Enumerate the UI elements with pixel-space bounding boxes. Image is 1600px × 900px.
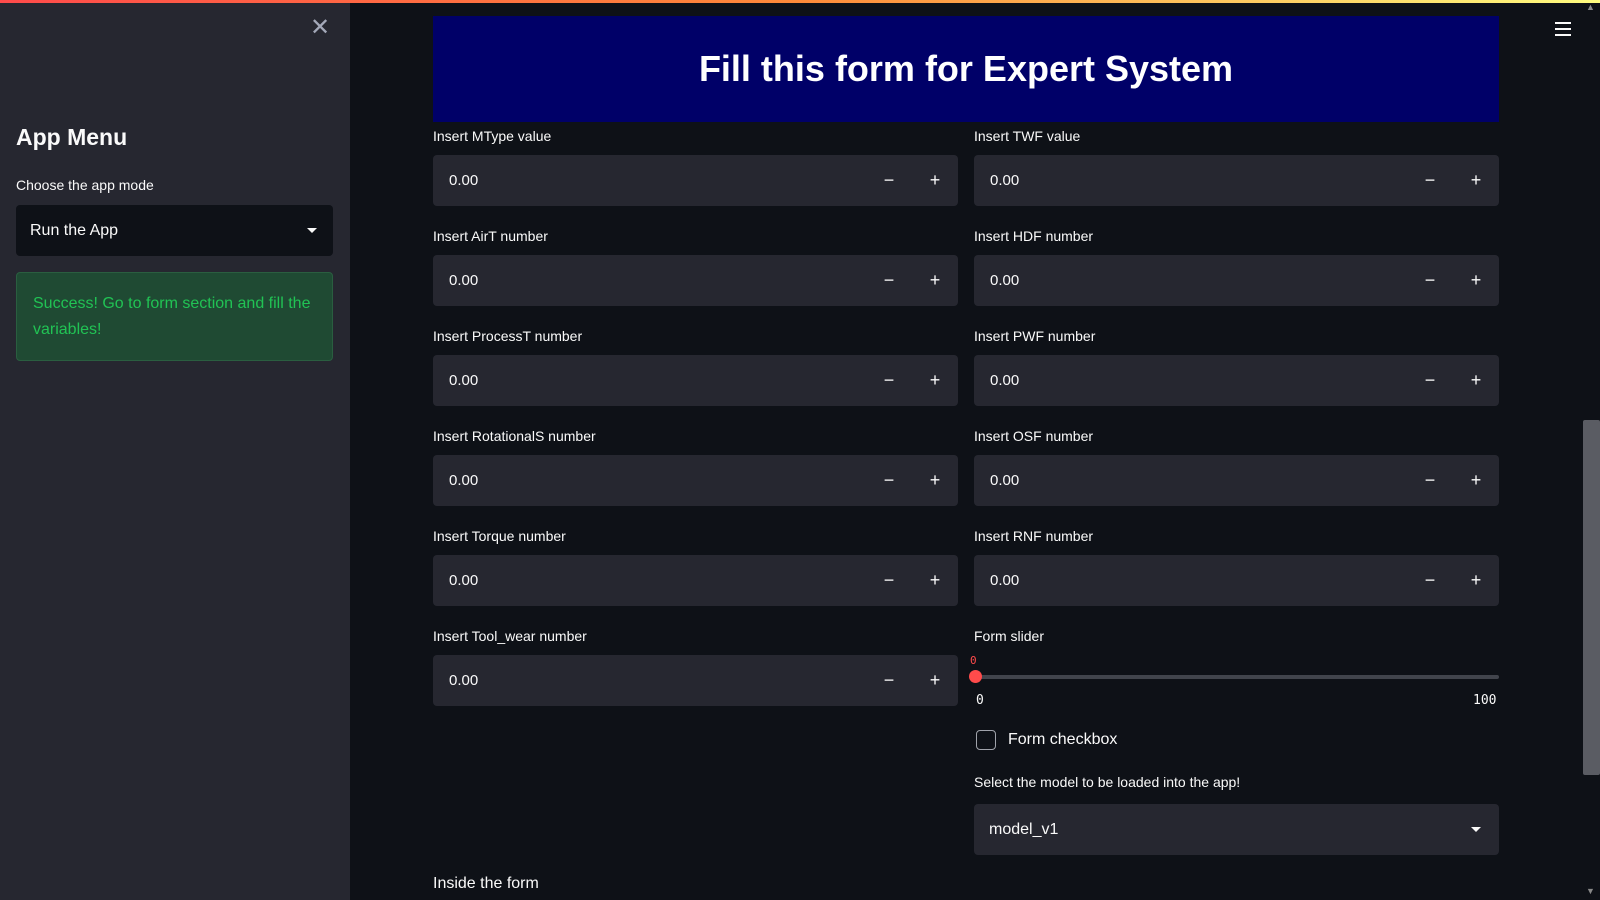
pwf-value[interactable]: 0.00 xyxy=(974,372,1407,389)
app-mode-value: Run the App xyxy=(30,221,119,239)
hdf-increment-button[interactable]: + xyxy=(1453,255,1499,306)
twf-input[interactable]: 0.00 − + xyxy=(974,155,1499,206)
checkbox-label[interactable]: Form checkbox xyxy=(1008,731,1117,749)
rnf-value[interactable]: 0.00 xyxy=(974,572,1407,589)
chevron-down-icon xyxy=(307,228,317,233)
airt-value[interactable]: 0.00 xyxy=(433,272,866,289)
mtype-input[interactable]: 0.00 − + xyxy=(433,155,958,206)
osf-increment-button[interactable]: + xyxy=(1453,455,1499,506)
main-menu-button[interactable] xyxy=(1552,20,1574,38)
rnf-label: Insert RNF number xyxy=(974,528,1094,544)
airt-label: Insert AirT number xyxy=(433,228,548,244)
scroll-up-icon[interactable]: ▲ xyxy=(1586,2,1596,12)
rnf-increment-button[interactable]: + xyxy=(1453,555,1499,606)
scroll-down-icon[interactable]: ▼ xyxy=(1586,886,1596,896)
rnf-decrement-button[interactable]: − xyxy=(1407,555,1453,606)
mtype-value[interactable]: 0.00 xyxy=(433,172,866,189)
airt-decrement-button[interactable]: − xyxy=(866,255,912,306)
header-banner: Fill this form for Expert System xyxy=(433,16,1499,122)
airt-increment-button[interactable]: + xyxy=(912,255,958,306)
torque-value[interactable]: 0.00 xyxy=(433,572,866,589)
inside-form-text: Inside the form xyxy=(433,875,539,892)
mtype-label: Insert MType value xyxy=(433,128,552,144)
toolwear-value[interactable]: 0.00 xyxy=(433,672,866,689)
processt-label: Insert ProcessT number xyxy=(433,328,583,344)
processt-value[interactable]: 0.00 xyxy=(433,372,866,389)
toolwear-label: Insert Tool_wear number xyxy=(433,628,587,644)
success-alert: Success! Go to form section and fill the… xyxy=(16,272,333,361)
twf-value[interactable]: 0.00 xyxy=(974,172,1407,189)
app-mode-label: Choose the app mode xyxy=(16,177,154,193)
mtype-increment-button[interactable]: + xyxy=(912,155,958,206)
checkbox-box[interactable] xyxy=(976,730,996,750)
rotationals-input[interactable]: 0.00 − + xyxy=(433,455,958,506)
torque-label: Insert Torque number xyxy=(433,528,566,544)
chevron-down-icon xyxy=(1471,827,1481,832)
mtype-decrement-button[interactable]: − xyxy=(866,155,912,206)
slider-label: Form slider xyxy=(974,628,1045,644)
osf-input[interactable]: 0.00 − + xyxy=(974,455,1499,506)
rotationals-increment-button[interactable]: + xyxy=(912,455,958,506)
app-mode-select[interactable]: Run the App xyxy=(16,205,333,256)
slider-max-label: 100 xyxy=(1473,693,1497,708)
rnf-input[interactable]: 0.00 − + xyxy=(974,555,1499,606)
rotationals-decrement-button[interactable]: − xyxy=(866,455,912,506)
sidebar: ✕ App Menu Choose the app mode Run the A… xyxy=(0,0,350,900)
rotationals-label: Insert RotationalS number xyxy=(433,428,596,444)
pwf-label: Insert PWF number xyxy=(974,328,1096,344)
twf-decrement-button[interactable]: − xyxy=(1407,155,1453,206)
model-select-value: model_v1 xyxy=(989,820,1059,838)
pwf-input[interactable]: 0.00 − + xyxy=(974,355,1499,406)
processt-decrement-button[interactable]: − xyxy=(866,355,912,406)
hdf-label: Insert HDF number xyxy=(974,228,1094,244)
slider-handle[interactable] xyxy=(969,670,982,683)
rotationals-value[interactable]: 0.00 xyxy=(433,472,866,489)
airt-input[interactable]: 0.00 − + xyxy=(433,255,958,306)
torque-increment-button[interactable]: + xyxy=(912,555,958,606)
toolwear-input[interactable]: 0.00 − + xyxy=(433,655,958,706)
osf-value[interactable]: 0.00 xyxy=(974,472,1407,489)
toolwear-decrement-button[interactable]: − xyxy=(866,655,912,706)
slider-min-label: 0 xyxy=(976,693,984,708)
torque-decrement-button[interactable]: − xyxy=(866,555,912,606)
model-select-label: Select the model to be loaded into the a… xyxy=(974,774,1241,790)
processt-input[interactable]: 0.00 − + xyxy=(433,355,958,406)
torque-input[interactable]: 0.00 − + xyxy=(433,555,958,606)
hdf-value[interactable]: 0.00 xyxy=(974,272,1407,289)
top-decoration-bar xyxy=(0,0,1600,3)
sidebar-title: App Menu xyxy=(16,124,128,150)
form-checkbox[interactable]: Form checkbox xyxy=(976,730,1117,750)
hamburger-line xyxy=(1555,34,1571,36)
twf-increment-button[interactable]: + xyxy=(1453,155,1499,206)
toolwear-increment-button[interactable]: + xyxy=(912,655,958,706)
slider-current-value: 0 xyxy=(970,654,977,667)
processt-increment-button[interactable]: + xyxy=(912,355,958,406)
hdf-decrement-button[interactable]: − xyxy=(1407,255,1453,306)
hamburger-menu-icon xyxy=(1555,22,1571,24)
scrollbar-thumb[interactable] xyxy=(1583,420,1600,775)
model-select[interactable]: model_v1 xyxy=(974,804,1499,855)
pwf-decrement-button[interactable]: − xyxy=(1407,355,1453,406)
slider-track[interactable] xyxy=(975,675,1499,679)
osf-label: Insert OSF number xyxy=(974,428,1094,444)
close-icon: ✕ xyxy=(309,14,331,41)
pwf-increment-button[interactable]: + xyxy=(1453,355,1499,406)
page-title: Fill this form for Expert System xyxy=(698,48,1234,89)
twf-label: Insert TWF value xyxy=(974,128,1081,144)
hdf-input[interactable]: 0.00 − + xyxy=(974,255,1499,306)
hamburger-line xyxy=(1555,28,1571,30)
osf-decrement-button[interactable]: − xyxy=(1407,455,1453,506)
close-sidebar-button[interactable]: ✕ xyxy=(308,16,332,40)
